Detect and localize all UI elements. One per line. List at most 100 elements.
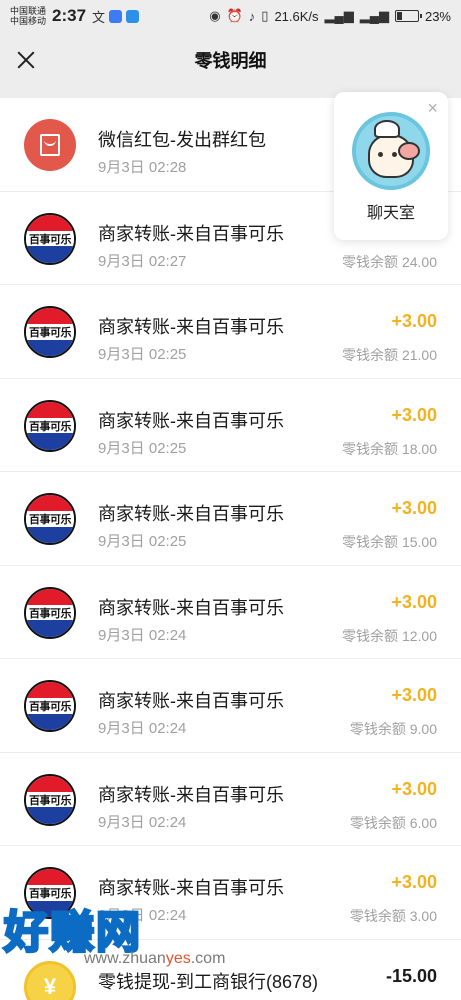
pepsi-logo-text: 百事可乐 — [29, 701, 72, 713]
pepsi-logo-icon: 百事可乐 — [24, 306, 76, 358]
battery-percent: 23% — [424, 8, 451, 24]
avatar-eye — [392, 152, 397, 157]
transaction-date: 9月3日 02:24 — [98, 813, 187, 831]
pepsi-logo-icon: 百事可乐 — [24, 680, 76, 732]
paw-icon — [398, 142, 420, 160]
clock: 2:37 — [52, 6, 87, 25]
chef-hat-icon — [374, 120, 400, 138]
chat-room-avatar[interactable] — [352, 112, 430, 190]
transaction-date: 9月3日 02:25 — [98, 533, 187, 550]
logo-band-blue — [26, 713, 74, 730]
status-bar: 中国联通 中国移动 2:37 文 ◉ ⏰ ♪ ▯ 21.6K/s ▂▄▆ ▂▄▆… — [0, 0, 461, 32]
logo-band-red — [26, 869, 74, 886]
translate-icon: 文 — [92, 9, 106, 25]
logo-band-blue — [26, 246, 74, 263]
page-title: 零钱明细 — [194, 51, 267, 71]
transaction-row[interactable]: 百事可乐 商家转账-来自百事可乐 9月3日 02:25 +3.00 零钱余额 18.00 — [0, 379, 461, 472]
pepsi-logo-text: 百事可乐 — [29, 888, 72, 900]
avatar-eye — [378, 152, 383, 157]
transaction-title: 商家转账-来自百事可乐 — [98, 504, 284, 524]
transaction-row[interactable]: 百事可乐 商家转账-来自百事可乐 9月3日 02:25 +3.00 零钱余额 15.00 — [0, 472, 461, 566]
pepsi-logo-icon: 百事可乐 — [24, 212, 76, 265]
transaction-row[interactable]: 百事可乐 商家转账-来自百事可乐 9月3日 02:24 +3.00 零钱余额 12.00 — [0, 566, 461, 659]
transaction-date: 9月3日 02:27 — [98, 252, 187, 270]
float-close-icon[interactable]: × — [427, 98, 438, 119]
chat-room-float[interactable]: × 聊天室 — [334, 92, 448, 240]
coin-icon: ¥ — [24, 960, 76, 1000]
transaction-row[interactable]: 百事可乐 商家转账-来自百事可乐 9月3日 02:24 +3.00 零钱余额 6.00 — [0, 753, 461, 846]
transaction-balance: 零钱余额 12.00 — [342, 627, 437, 644]
logo-band-red — [26, 588, 74, 605]
logo-band-blue — [26, 339, 74, 356]
app-notification-icon — [109, 9, 123, 23]
pepsi-logo-icon: 百事可乐 — [24, 867, 76, 919]
carrier-labels: 中国联通 中国移动 — [10, 6, 46, 26]
logo-band-red — [26, 214, 74, 231]
logo-band-blue — [26, 526, 74, 543]
envelope-glyph — [40, 134, 60, 156]
transaction-balance: 零钱余额 24.00 — [342, 253, 437, 270]
transaction-balance: 零钱余额 6.00 — [349, 814, 437, 831]
alarm-icon: ⏰ — [226, 8, 243, 23]
transaction-amount: +3.00 — [391, 311, 437, 331]
transaction-title: 商家转账-来自百事可乐 — [98, 317, 284, 337]
transaction-balance: 零钱余额 15.00 — [342, 534, 437, 550]
system-indicators: ◉ ⏰ ♪ ▯ 21.6K/s ▂▄▆ ▂▄▆ 23% — [209, 0, 451, 32]
transaction-date: 9月3日 02:25 — [98, 346, 187, 363]
mic-icon: ♪ — [248, 8, 256, 24]
transaction-date: 9月3日 02:24 — [98, 626, 187, 644]
transaction-title: 商家转账-来自百事可乐 — [98, 784, 284, 805]
pepsi-logo-icon: 百事可乐 — [24, 586, 76, 639]
transaction-amount: +3.00 — [391, 872, 437, 892]
battery-level — [396, 12, 403, 20]
transaction-row[interactable]: ¥ 零钱提现-到工商银行(8678) -15.00 — [0, 940, 461, 1000]
notification-icons: 文 — [92, 7, 140, 26]
transaction-row[interactable]: 百事可乐 商家转账-来自百事可乐 9月3日 02:24 +3.00 零钱余额 3.00 — [0, 846, 461, 940]
logo-band-red — [26, 682, 74, 699]
battery-icon — [394, 10, 422, 22]
logo-band-blue — [26, 433, 74, 450]
carrier-1: 中国联通 — [10, 6, 47, 16]
transaction-date: 9月3日 02:24 — [98, 907, 187, 924]
transaction-amount: +3.00 — [391, 591, 437, 612]
pepsi-logo-text: 百事可乐 — [29, 327, 72, 339]
pepsi-logo-text: 百事可乐 — [29, 420, 72, 433]
transaction-title: 商家转账-来自百事可乐 — [98, 691, 284, 711]
logo-band-red — [26, 308, 74, 325]
signal-icon-2: ▂▄▆ — [359, 8, 389, 23]
transaction-title: 零钱提现-到工商银行(8678) — [98, 971, 319, 992]
carrier-2: 中国移动 — [10, 16, 47, 26]
transaction-row[interactable]: 百事可乐 商家转账-来自百事可乐 9月3日 02:25 +3.00 零钱余额 21.00 — [0, 285, 461, 379]
transaction-title: 微信红包-发出群红包 — [98, 130, 266, 150]
transaction-balance: 零钱余额 3.00 — [349, 908, 437, 924]
transaction-balance: 零钱余额 18.00 — [342, 440, 437, 457]
vibrate-icon: ▯ — [261, 8, 269, 23]
nav-bar: 零钱明细 — [0, 32, 461, 88]
transaction-amount: +3.00 — [391, 778, 437, 799]
logo-band-red — [26, 775, 74, 792]
logo-band-red — [26, 495, 74, 512]
logo-band-blue — [26, 900, 74, 917]
logo-band-blue — [26, 620, 74, 637]
transaction-amount: +3.00 — [391, 498, 437, 518]
signal-icon: ▂▄▆ — [324, 8, 354, 23]
pepsi-logo-icon: 百事可乐 — [24, 399, 76, 452]
red-packet-icon — [24, 119, 76, 171]
pepsi-logo-text: 百事可乐 — [29, 794, 72, 807]
pepsi-logo-text: 百事可乐 — [29, 607, 72, 620]
transaction-row[interactable]: 百事可乐 商家转账-来自百事可乐 9月3日 02:24 +3.00 零钱余额 9.00 — [0, 659, 461, 753]
transaction-balance: 零钱余额 9.00 — [349, 721, 437, 737]
close-icon[interactable] — [12, 46, 40, 74]
transaction-date: 9月3日 02:28 — [98, 159, 187, 176]
transaction-title: 商家转账-来自百事可乐 — [98, 597, 284, 618]
pepsi-logo-icon: 百事可乐 — [24, 773, 76, 826]
transaction-date: 9月3日 02:24 — [98, 720, 187, 737]
network-speed: 21.6K/s — [274, 8, 319, 24]
pepsi-logo-text: 百事可乐 — [29, 514, 72, 526]
transaction-amount: +3.00 — [391, 685, 437, 705]
transaction-amount: -15.00 — [385, 965, 437, 986]
transaction-date: 9月3日 02:25 — [98, 439, 187, 457]
transaction-title: 商家转账-来自百事可乐 — [98, 878, 284, 898]
pepsi-logo-text: 百事可乐 — [29, 233, 72, 246]
transaction-title: 商家转账-来自百事可乐 — [98, 410, 284, 431]
